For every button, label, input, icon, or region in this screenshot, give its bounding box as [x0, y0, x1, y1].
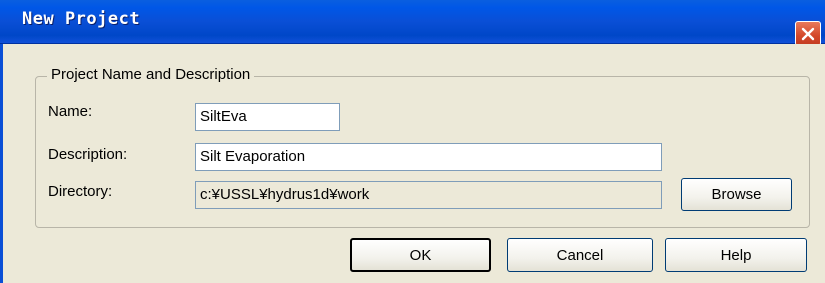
group-title: Project Name and Description	[47, 66, 255, 83]
help-button[interactable]: Help	[665, 238, 807, 272]
description-field[interactable]: Silt Evaporation	[195, 143, 662, 171]
directory-label: Directory:	[48, 183, 113, 200]
name-field[interactable]: SiltEva	[195, 103, 340, 131]
description-label: Description:	[48, 146, 128, 163]
ok-button[interactable]: OK	[350, 238, 491, 272]
window-title: New Project	[22, 9, 141, 29]
browse-button[interactable]: Browse	[681, 178, 792, 211]
cancel-button[interactable]: Cancel	[507, 238, 653, 272]
title-bar[interactable]: New Project	[0, 0, 825, 44]
name-label: Name:	[48, 103, 93, 120]
directory-field[interactable]: c:¥USSL¥hydrus1d¥work	[195, 181, 662, 209]
close-icon	[801, 27, 815, 40]
close-button[interactable]	[795, 21, 821, 46]
